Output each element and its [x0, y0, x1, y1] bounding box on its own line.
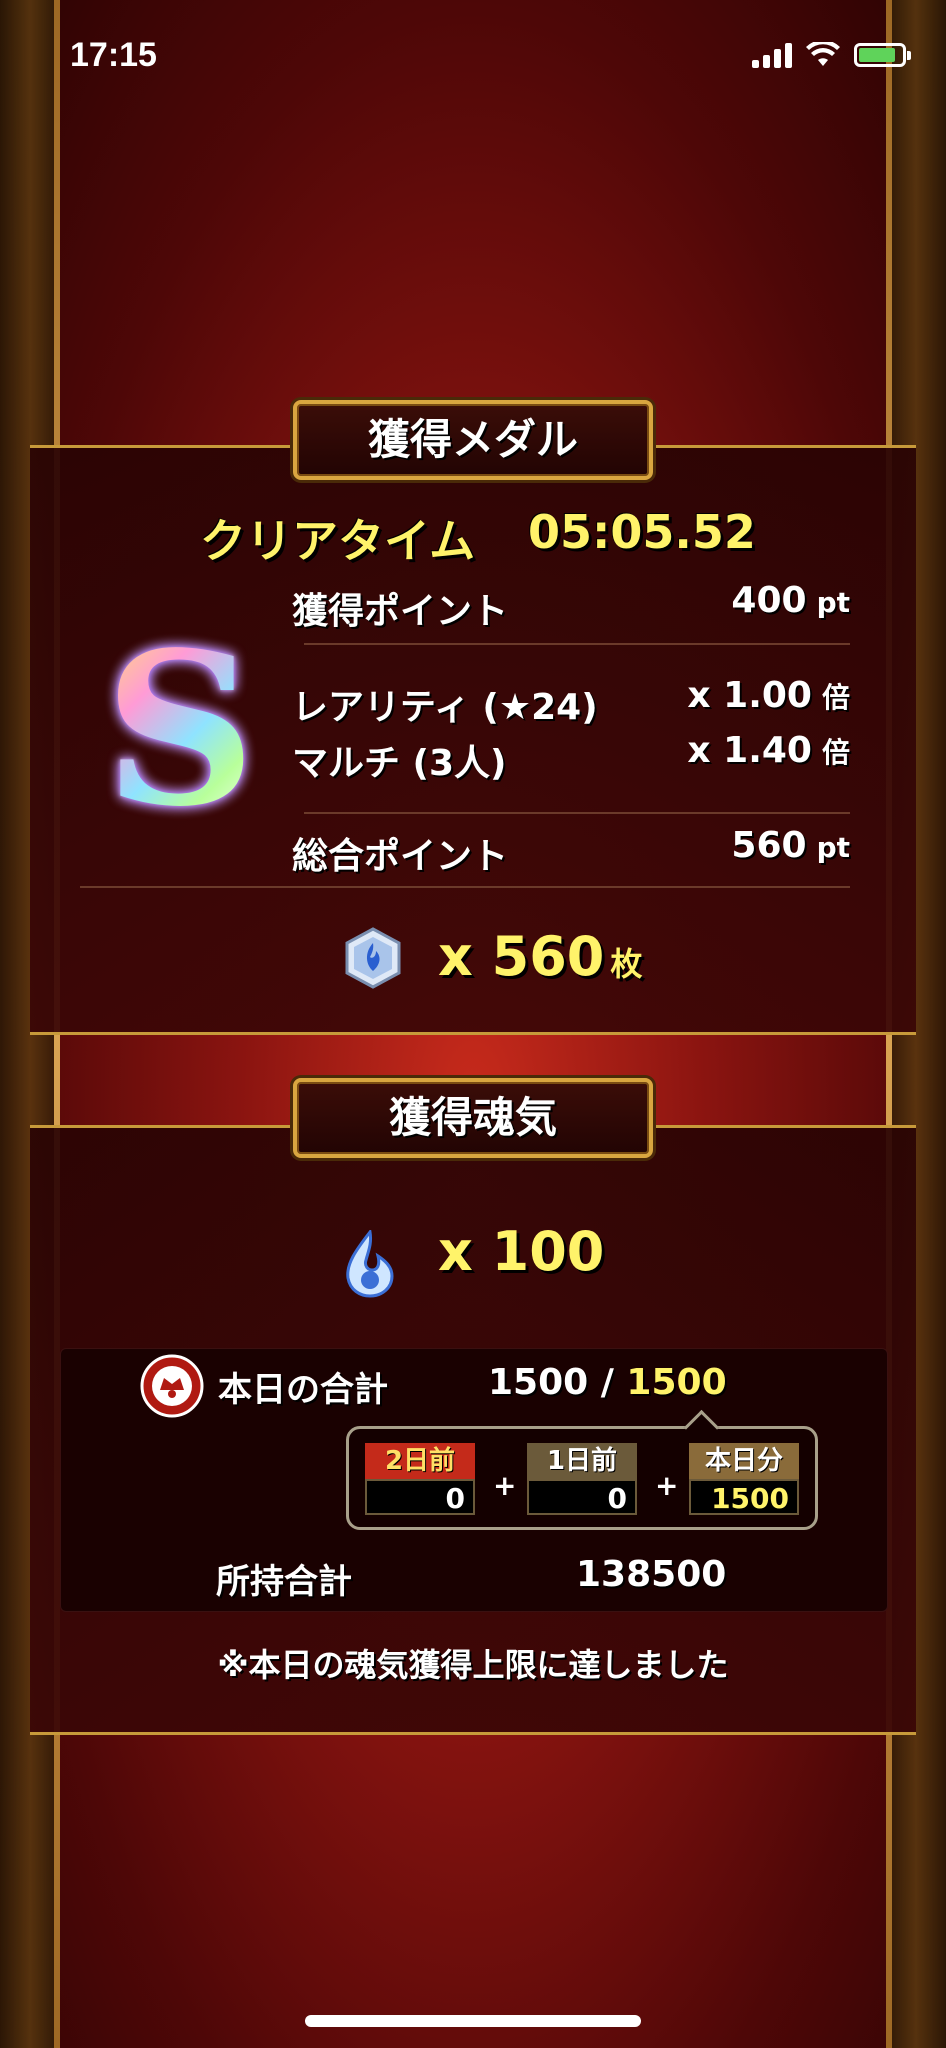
wifi-icon [806, 42, 840, 66]
owned-total-value: 138500 [576, 1554, 727, 1595]
daily-breakdown: 2日前 0 + 1日前 0 + 本日分 1500 [346, 1426, 818, 1530]
pt-unit: pt [816, 586, 850, 619]
total-points-label: 総合ポイント [292, 836, 509, 877]
earned-points-value: 400 [731, 580, 807, 621]
battery-icon [854, 43, 911, 67]
today-total-value: 1500 / 1500 [488, 1362, 727, 1403]
today-total-separator: / [588, 1362, 627, 1403]
multi-label: マルチ (3人) [292, 743, 507, 784]
rarity-value: x 1.00 [687, 675, 812, 716]
medal-section-title: 獲得メダル [293, 400, 653, 480]
today-total-cap: 1500 [626, 1362, 727, 1403]
pt-unit: pt [816, 831, 850, 864]
multi-value: x 1.40 [687, 730, 812, 771]
today-total-current: 1500 [488, 1362, 589, 1403]
breakdown-value: 0 [527, 1479, 637, 1515]
rarity-label: レアリティ (★24) [292, 687, 598, 728]
rarity-row: x 1.00 倍 [687, 675, 850, 716]
owned-total-label: 所持合計 [216, 1562, 352, 1602]
earned-points-label: 獲得ポイント [292, 591, 509, 632]
clear-time-label: クリアタイム [200, 514, 476, 568]
divider [304, 643, 850, 645]
medal-icon [345, 927, 401, 989]
soul-section-title: 獲得魂気 [293, 1078, 653, 1158]
breakdown-label: 2日前 [365, 1443, 475, 1479]
today-total-label: 本日の合計 [218, 1370, 388, 1410]
status-time: 17:15 [70, 36, 157, 74]
limit-notice: ※本日の魂気獲得上限に達しました [217, 1646, 729, 1684]
breakdown-value: 1500 [689, 1479, 799, 1515]
divider [80, 886, 850, 888]
rank-s-icon: S [100, 625, 260, 835]
total-points-value: 560 [731, 825, 807, 866]
breakdown-cell-1-day-ago: 1日前 0 [527, 1443, 637, 1519]
earned-points-row: 400 pt [731, 580, 850, 621]
signal-icon [752, 42, 792, 68]
breakdown-label: 本日分 [689, 1443, 799, 1479]
breakdown-cell-2-days-ago: 2日前 0 [365, 1443, 475, 1519]
breakdown-value: 0 [365, 1479, 475, 1515]
soul-flame-icon [346, 1230, 394, 1298]
plus-sign: + [655, 1469, 679, 1502]
status-icons [752, 42, 911, 68]
breakdown-cell-today: 本日分 1500 [689, 1443, 799, 1519]
status-bar: 17:15 [0, 0, 946, 110]
clear-time-value: 05:05.52 [528, 505, 756, 559]
soul-count: x 100 [438, 1220, 605, 1283]
medal-count-value: x 560 [438, 925, 605, 988]
total-points-row: 560 pt [731, 825, 850, 866]
emblem-icon [140, 1354, 204, 1418]
plus-sign: + [493, 1469, 517, 1502]
home-indicator[interactable] [305, 2015, 641, 2027]
medal-count: x 560 枚 [438, 925, 642, 988]
multi-row: x 1.40 倍 [687, 730, 850, 771]
breakdown-label: 1日前 [527, 1443, 637, 1479]
multiplier-unit: 倍 [821, 681, 850, 714]
multiplier-unit: 倍 [821, 736, 850, 769]
medal-unit: 枚 [610, 945, 643, 983]
divider [304, 812, 850, 814]
